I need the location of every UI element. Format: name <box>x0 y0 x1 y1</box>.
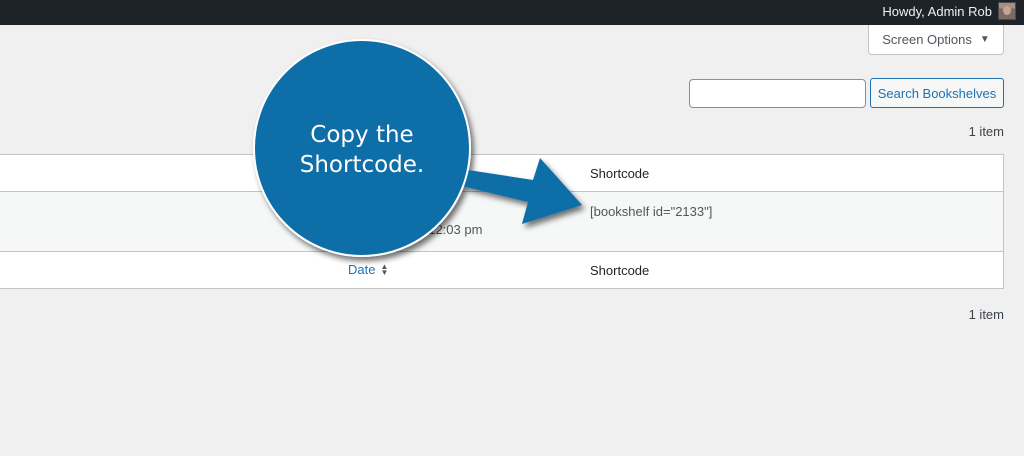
screen-options-label: Screen Options <box>882 32 972 47</box>
table-header-row: Shortcode <box>0 155 1003 192</box>
search-bookshelves-button[interactable]: Search Bookshelves <box>870 78 1004 108</box>
callout-line-1: Copy the <box>310 122 414 148</box>
row-shortcode-value[interactable]: [bookshelf id="2133"] <box>590 204 712 219</box>
column-footer-date-label: Date <box>348 262 376 277</box>
caret-down-icon: ▼ <box>979 34 990 45</box>
table-footer-row: Date ▲ ▼ Shortcode <box>0 252 1003 288</box>
column-footer-date[interactable]: Date ▲ ▼ <box>348 262 388 277</box>
howdy-user-link[interactable]: Howdy, Admin Rob <box>882 4 992 19</box>
bookshelves-table: Shortcode t 12:03 pm [bookshelf id="2133… <box>0 154 1004 289</box>
column-header-shortcode: Shortcode <box>590 166 650 181</box>
screen-options-button[interactable]: Screen Options ▼ <box>868 25 1004 55</box>
column-footer-shortcode: Shortcode <box>590 263 650 278</box>
item-count-bottom: 1 item <box>968 307 1004 322</box>
user-avatar[interactable] <box>998 2 1016 20</box>
admin-bar: Howdy, Admin Rob <box>0 0 1024 25</box>
search-bookshelves-input[interactable] <box>689 79 866 108</box>
sort-icon: ▲ ▼ <box>380 261 389 277</box>
table-row: t 12:03 pm [bookshelf id="2133"] <box>0 192 1003 252</box>
row-date-value: t 12:03 pm <box>421 222 483 237</box>
item-count-top: 1 item <box>968 124 1004 139</box>
